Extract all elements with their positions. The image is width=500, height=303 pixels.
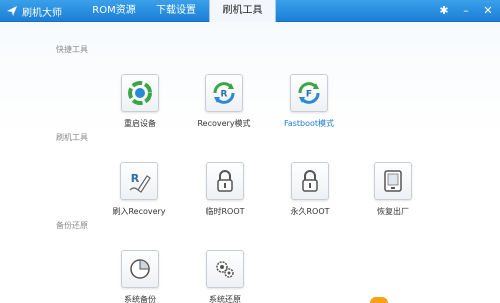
app-title: 刷机大师 xyxy=(22,7,62,19)
close-icon[interactable]: ✕ xyxy=(480,3,496,19)
recovery-mode-label: Recovery模式 xyxy=(197,119,251,128)
fastboot-mode-tile[interactable]: F xyxy=(290,74,328,112)
app-logo-icon xyxy=(7,6,17,16)
tab-download-settings[interactable]: 下载设置 xyxy=(146,0,206,22)
factory-reset-icon xyxy=(384,170,402,192)
tool-temp-root[interactable]: 临时ROOT xyxy=(189,162,261,217)
temp-root-icon xyxy=(217,170,233,192)
tool-flash-recovery[interactable]: R 刷入Recovery xyxy=(103,162,175,217)
settings-gear-icon[interactable]: ✱ xyxy=(436,3,452,19)
flash-recovery-icon: R xyxy=(129,172,151,193)
recovery-mode-icon: R xyxy=(213,82,235,104)
fastboot-mode-label: Fastboot模式 xyxy=(283,119,335,128)
fastboot-mode-icon: F xyxy=(298,82,320,104)
perm-root-icon xyxy=(302,170,318,192)
section-title-flash: 刷机工具 xyxy=(56,133,88,142)
tab-flash-tools[interactable]: 刷机工具 xyxy=(209,0,276,23)
svg-text:R: R xyxy=(221,90,228,100)
tool-system-restore[interactable]: 系统还原 xyxy=(189,250,261,303)
corner-badge xyxy=(370,297,388,303)
system-restore-label: 系统还原 xyxy=(209,295,241,303)
tool-factory-reset[interactable]: 恢复出厂 xyxy=(357,162,429,217)
system-backup-tile[interactable] xyxy=(121,250,159,288)
factory-reset-label: 恢复出厂 xyxy=(377,207,409,216)
svg-text:F: F xyxy=(306,90,312,100)
section-title-backup: 备份还原 xyxy=(56,221,88,230)
window-controls: ✱ – ✕ xyxy=(436,3,496,19)
minimize-icon[interactable]: – xyxy=(458,3,474,19)
svg-text:R: R xyxy=(131,172,140,185)
flash-recovery-label: 刷入Recovery xyxy=(112,207,166,216)
system-backup-icon xyxy=(130,259,150,279)
tool-recovery-mode[interactable]: R Recovery模式 xyxy=(188,74,260,129)
main-content: 快捷工具 重启设备 R Recovery模式 F Fastboot模式 刷机工具… xyxy=(0,22,500,303)
tool-reboot[interactable]: 重启设备 xyxy=(104,74,176,129)
section-title-quick: 快捷工具 xyxy=(56,45,88,54)
tool-system-backup[interactable]: 系统备份 xyxy=(104,250,176,303)
perm-root-label: 永久ROOT xyxy=(290,207,330,216)
title-bar: 刷机大师 ROM资源 下载设置 刷机工具 ✱ – ✕ xyxy=(0,0,500,23)
app-logo: 刷机大师 xyxy=(6,3,62,19)
tool-fastboot-mode[interactable]: F Fastboot模式 xyxy=(273,74,345,129)
factory-reset-tile[interactable] xyxy=(374,162,412,200)
perm-root-tile[interactable] xyxy=(291,162,329,200)
recovery-mode-tile[interactable]: R xyxy=(205,74,243,112)
reboot-tile[interactable] xyxy=(121,74,159,112)
reboot-icon xyxy=(128,81,152,105)
tab-rom-resources[interactable]: ROM资源 xyxy=(84,0,144,22)
reboot-label: 重启设备 xyxy=(124,119,156,128)
flash-recovery-tile[interactable]: R xyxy=(120,162,158,200)
temp-root-label: 临时ROOT xyxy=(205,207,245,216)
tool-perm-root[interactable]: 永久ROOT xyxy=(274,162,346,217)
system-restore-tile[interactable] xyxy=(206,250,244,288)
system-backup-label: 系统备份 xyxy=(124,295,156,303)
system-restore-icon xyxy=(216,261,234,278)
temp-root-tile[interactable] xyxy=(206,162,244,200)
